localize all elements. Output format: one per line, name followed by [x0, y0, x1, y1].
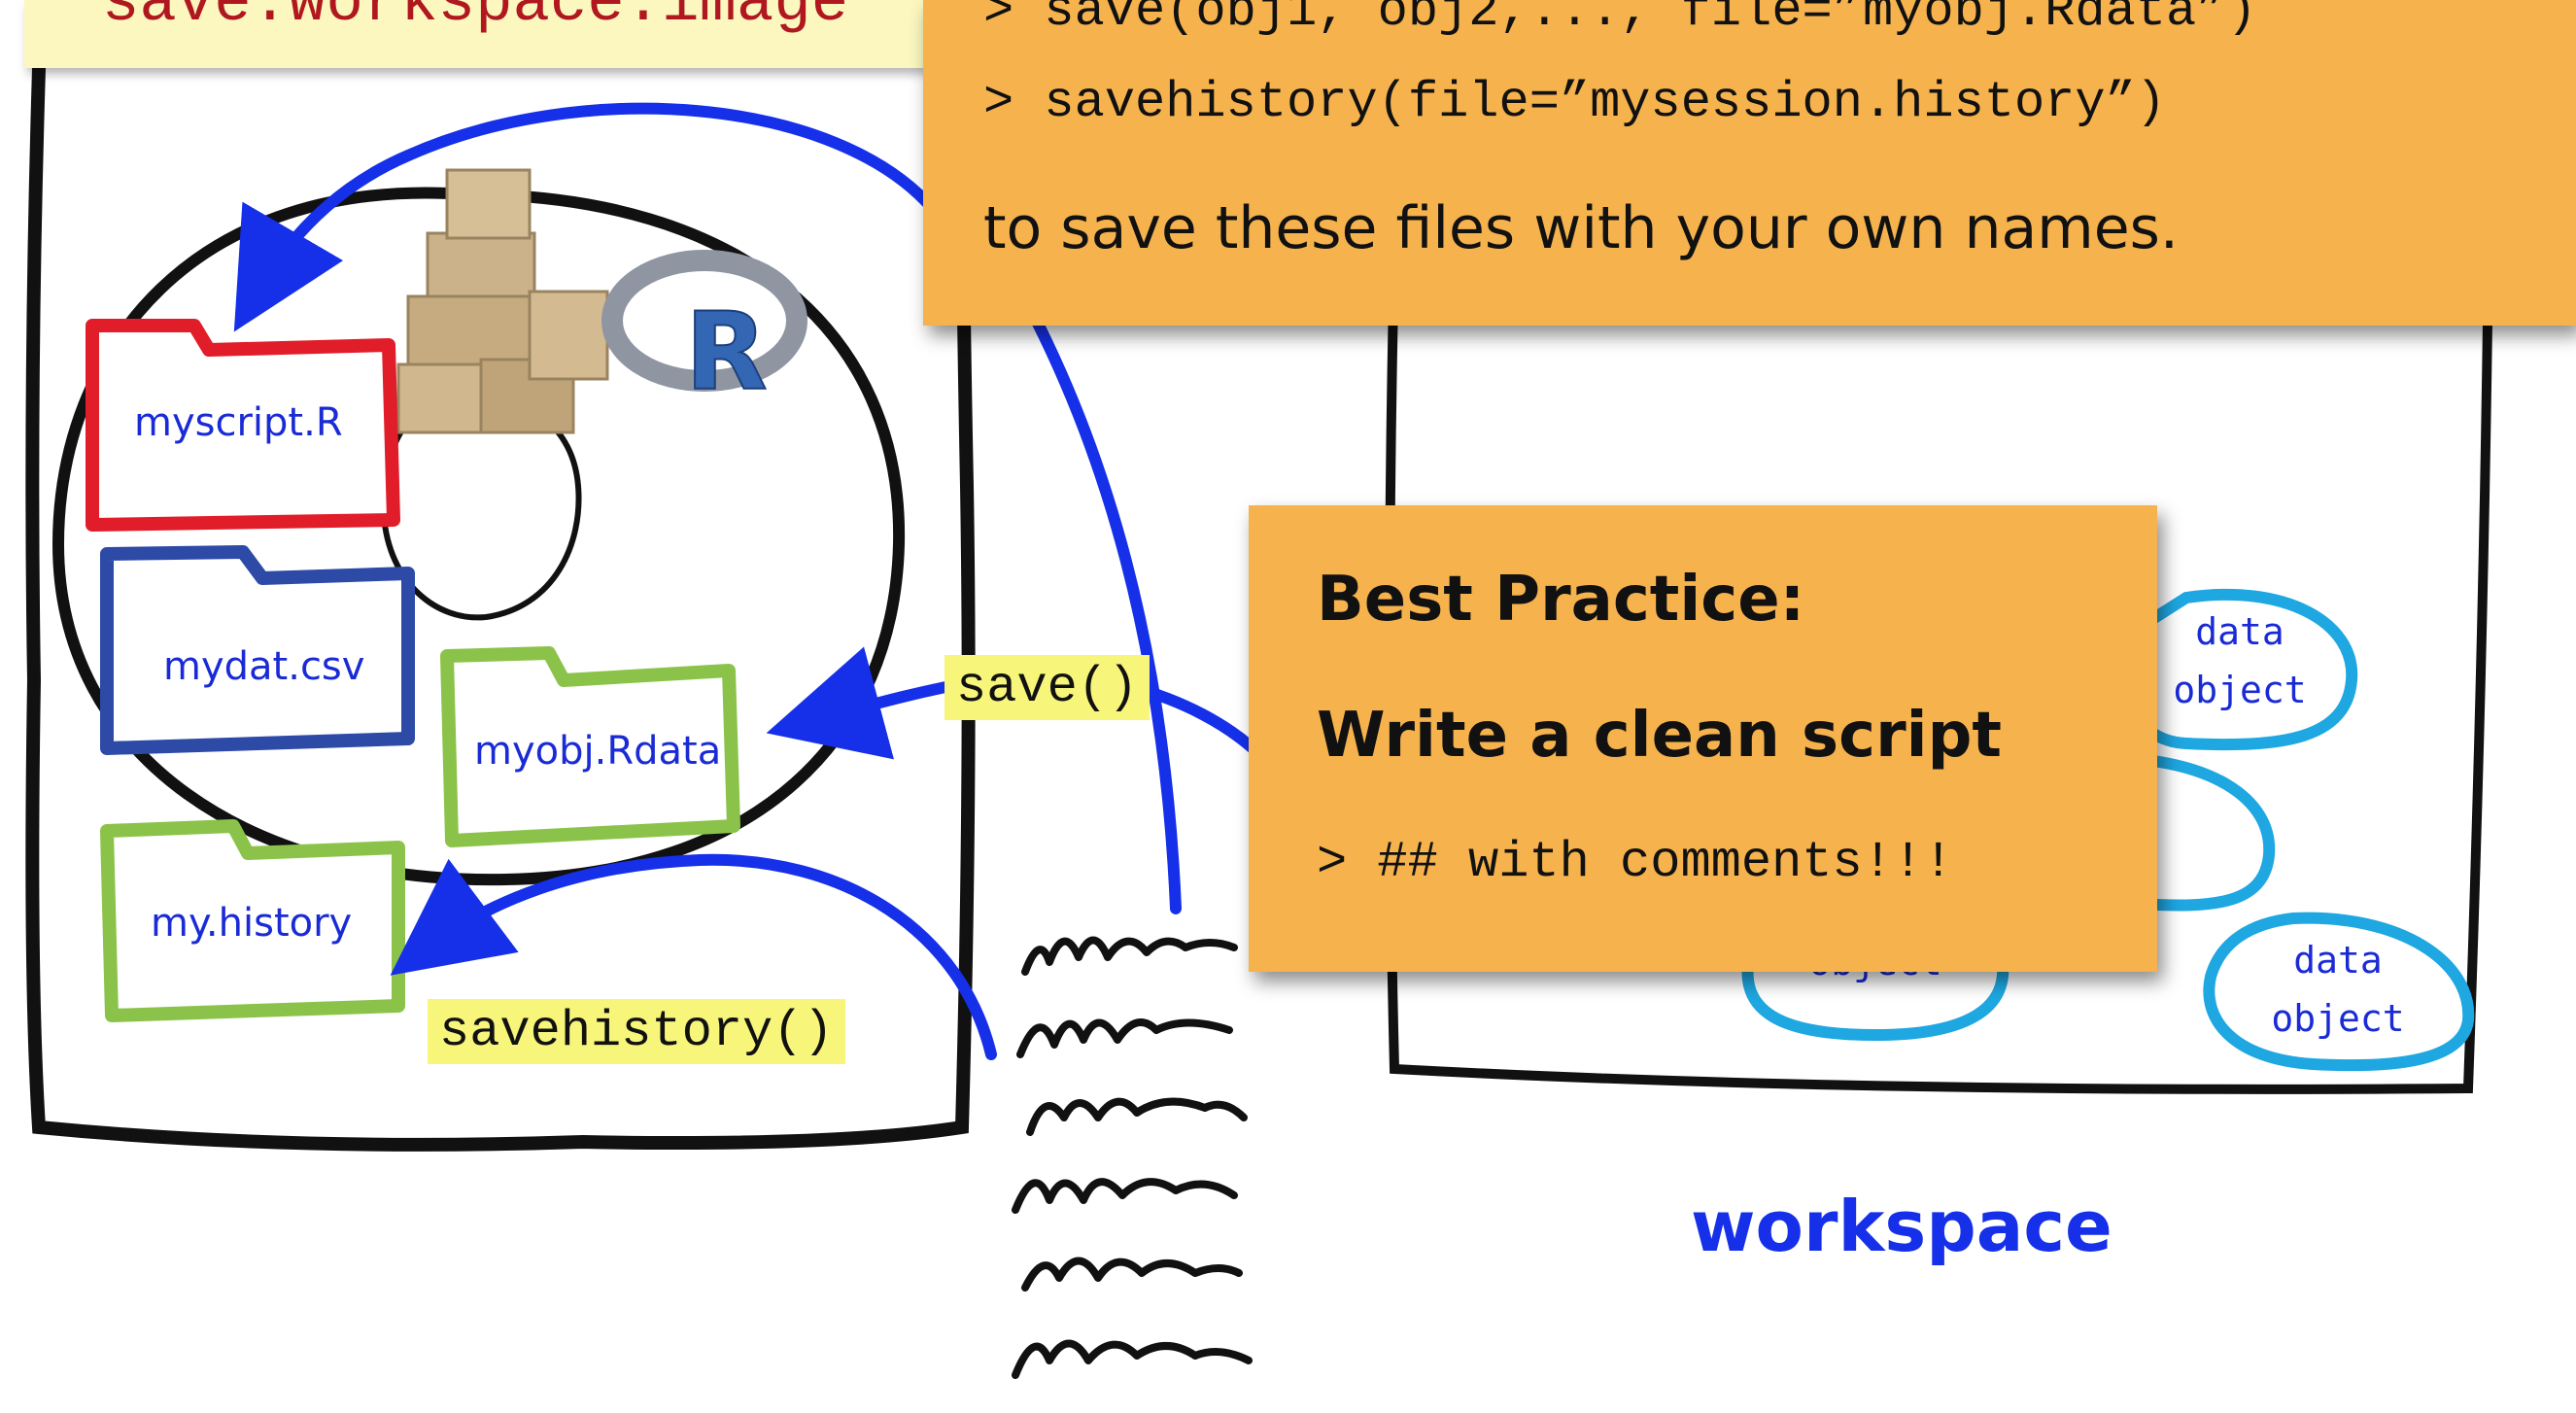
best-practice-title: Best Practice: [1317, 564, 1805, 636]
best-practice-code: > ## with comments!!! [1317, 834, 1954, 891]
scribble-icon [1012, 936, 1253, 1379]
file-label-myhistory: my.history [151, 901, 353, 946]
top-note-line2: > savehistory(file=”mysession.history”) [983, 74, 2166, 131]
top-note-line3: to save these files with your own names. [983, 194, 2179, 262]
best-practice-note: Best Practice: Write a clean script > ##… [1249, 505, 2157, 972]
r-logo-icon: R [601, 250, 807, 415]
top-note-line1: > save(obj1, obj2,..., file=”myobj.Rdata… [983, 0, 2257, 40]
file-label-myobj: myobj.Rdata [474, 729, 722, 774]
best-practice-subtitle: Write a clean script [1317, 700, 2002, 772]
top-note: > save(obj1, obj2,..., file=”myobj.Rdata… [923, 0, 2576, 326]
top-left-note-code: save.workspace.image [102, 0, 849, 39]
file-label-myscript: myscript.R [134, 400, 343, 445]
save-function-tag: save() [945, 655, 1151, 720]
svg-text:R: R [685, 290, 768, 414]
file-label-mydat: mydat.csv [163, 644, 365, 689]
data-object-label-4: data object [2271, 939, 2405, 1040]
savehistory-function-tag: savehistory() [428, 999, 845, 1064]
workspace-label: workspace [1691, 1186, 2112, 1267]
top-left-note: save.workspace.image [24, 0, 967, 68]
package-stack-icon [396, 168, 609, 434]
arrow-scribble-to-top [976, 218, 1182, 914]
data-object-label-1: data object [2173, 610, 2307, 711]
